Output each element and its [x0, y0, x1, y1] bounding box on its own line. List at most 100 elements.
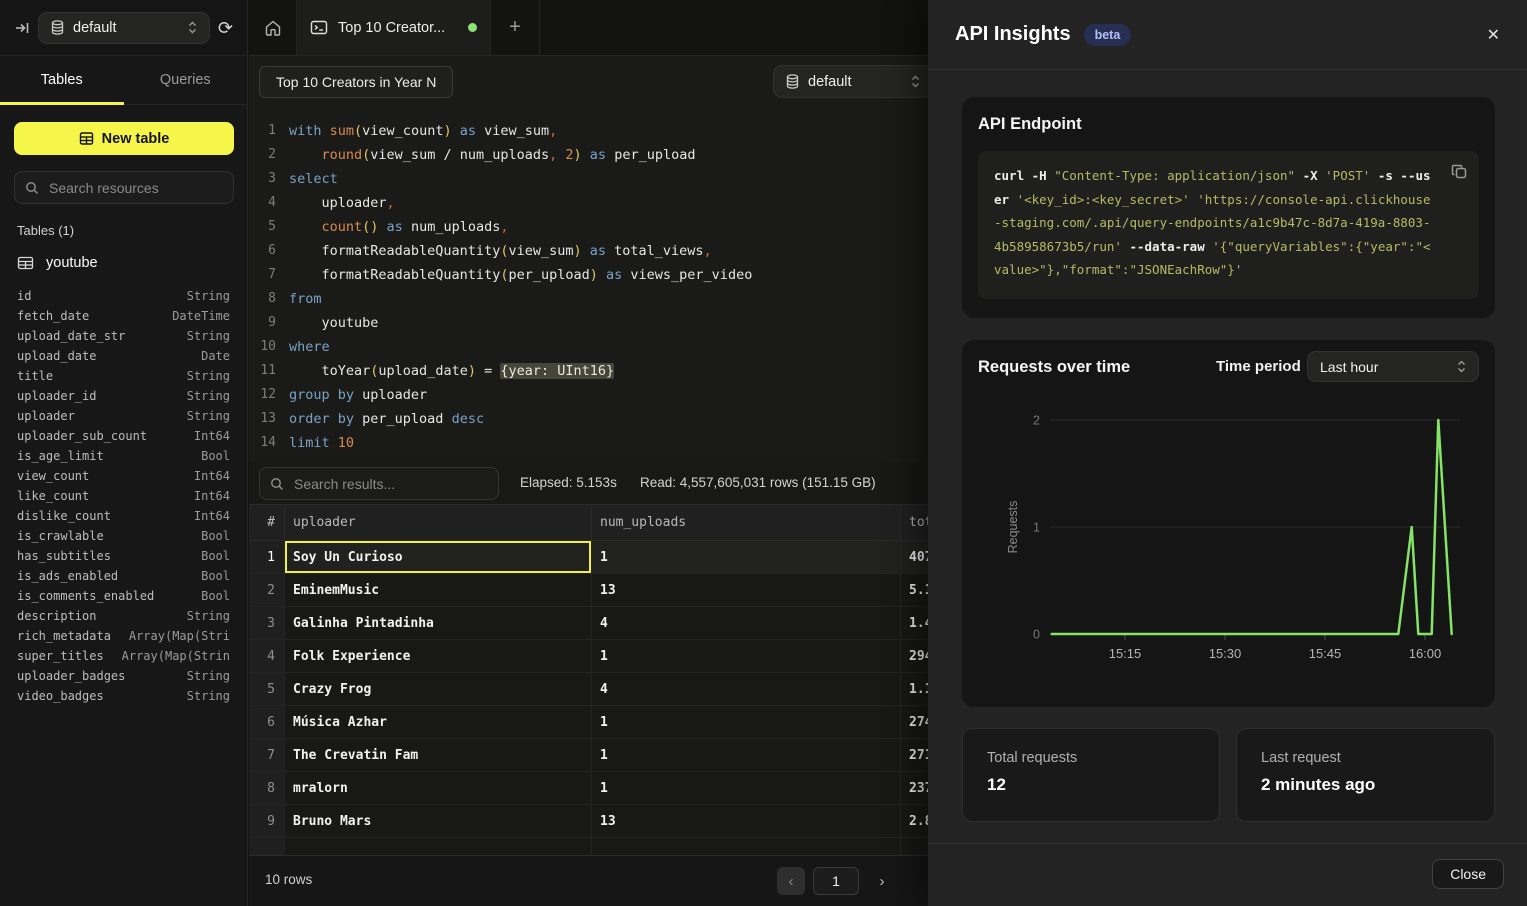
column-name: is_age_limit — [17, 449, 104, 463]
total-requests-value: 12 — [987, 775, 1006, 795]
sql-token: per_upload — [614, 147, 695, 163]
sql-token: , — [549, 123, 557, 139]
sql-token: upload_date — [378, 363, 467, 379]
uploader-cell[interactable]: Folk Experience — [285, 640, 592, 672]
sql-token: as — [598, 267, 631, 283]
num-uploads-cell[interactable]: 1 — [592, 706, 901, 738]
num-uploads-cell[interactable]: 13 — [592, 805, 901, 837]
sql-token: uploader — [362, 387, 427, 403]
new-table-button[interactable]: New table — [14, 122, 234, 155]
num-uploads-cell[interactable]: 4 — [592, 607, 901, 639]
sql-token: 2 — [565, 147, 573, 163]
num-uploads-cell[interactable]: 1 — [592, 541, 901, 573]
collapse-sidebar-icon[interactable] — [14, 20, 30, 36]
query-title-button[interactable]: Top 10 Creators in Year N — [259, 66, 453, 98]
line-number: 10 — [249, 335, 276, 359]
tab-tables[interactable]: Tables — [0, 56, 124, 104]
y-axis-label: Requests — [1006, 501, 1020, 554]
close-button[interactable]: Close — [1432, 859, 1504, 889]
uploader-cell[interactable]: EminemMusic — [285, 574, 592, 606]
copy-icon[interactable] — [1451, 163, 1468, 180]
uploader-cell[interactable]: Bruno Mars — [285, 805, 592, 837]
curl-string: "Content-Type: application/json" — [1054, 168, 1295, 183]
line-number: 14 — [249, 431, 276, 455]
pagination-current-page[interactable]: 1 — [813, 867, 859, 895]
sql-token: total_views — [614, 243, 703, 259]
table-grid-icon — [17, 255, 34, 271]
close-icon[interactable]: ✕ — [1487, 25, 1500, 45]
uploader-cell[interactable]: mralorn — [285, 772, 592, 804]
requests-over-time-card: Requests over time Time period Last hour… — [962, 340, 1495, 707]
column-name: fetch_date — [17, 309, 89, 323]
column-name: super_titles — [17, 649, 104, 663]
query-tab[interactable]: Top 10 Creator... — [297, 0, 491, 55]
pagination-prev-button[interactable]: ‹ — [777, 867, 805, 895]
uploader-cell[interactable]: Soy Un Curioso — [285, 541, 592, 573]
total-requests-label: Total requests — [987, 750, 1077, 766]
num-uploads-cell[interactable]: 1 — [592, 772, 901, 804]
tab-queries[interactable]: Queries — [124, 56, 248, 104]
schema-column-row: upload_dateDate — [0, 346, 247, 366]
num-uploads-cell[interactable]: 1 — [592, 640, 901, 672]
uploader-cell[interactable]: Música Azhar — [285, 706, 592, 738]
database-select[interactable]: default — [38, 12, 210, 44]
database-icon — [51, 20, 64, 35]
uploader-cell[interactable]: Galinha Pintadinha — [285, 607, 592, 639]
line-number: 6 — [249, 239, 276, 263]
home-button[interactable] — [249, 0, 297, 55]
num-uploads-cell[interactable] — [592, 838, 901, 855]
requests-chart: 01215:1515:3015:4516:00Requests — [962, 340, 1495, 707]
curl-command: curl -H "Content-Type: application/json"… — [978, 151, 1479, 299]
sidebar-table-youtube[interactable]: youtube — [0, 250, 247, 276]
sql-code-text: formatReadableQuantity(per_upload) as vi… — [276, 263, 752, 287]
sql-token: as — [582, 147, 615, 163]
sql-token: as — [452, 123, 485, 139]
sql-token: uploader — [289, 195, 387, 211]
sidebar-topbar: default ⟳ — [0, 0, 247, 56]
row-count-label: 10 rows — [265, 872, 312, 887]
elapsed-time: Elapsed: 5.153s — [520, 475, 617, 490]
total-requests-card: Total requests 12 — [962, 728, 1220, 822]
unsaved-changes-dot — [468, 23, 477, 32]
search-resources-input[interactable] — [47, 179, 223, 197]
line-number: 2 — [249, 143, 276, 167]
column-header-index[interactable]: # — [249, 505, 285, 540]
curl-string: 'POST' — [1325, 168, 1370, 183]
column-type: Date — [201, 349, 230, 363]
query-tab-icon — [310, 19, 328, 36]
new-tab-button[interactable]: + — [491, 0, 540, 55]
sql-token: select — [289, 171, 338, 187]
num-uploads-cell[interactable]: 1 — [592, 739, 901, 771]
curl-flag: -X — [1295, 168, 1325, 183]
row-index-cell — [249, 838, 285, 855]
schema-column-row: upload_date_strString — [0, 326, 247, 346]
search-results-input[interactable] — [292, 475, 488, 493]
sql-token: view_sum — [484, 123, 549, 139]
editor-database-select[interactable]: default — [773, 65, 933, 98]
uploader-cell[interactable]: The Crevatin Fam — [285, 739, 592, 771]
sql-code-text: toYear(upload_date) = {year: UInt16} — [276, 359, 614, 383]
num-uploads-cell[interactable]: 13 — [592, 574, 901, 606]
sql-code-text: youtube — [276, 311, 378, 335]
column-name: uploader — [17, 409, 75, 423]
chevron-updown-icon — [188, 21, 197, 34]
column-header-num-uploads[interactable]: num_uploads — [592, 505, 901, 540]
time-period-select[interactable]: Last hour — [1307, 351, 1479, 382]
uploader-cell[interactable]: Crazy Frog — [285, 673, 592, 705]
x-tick-label: 15:15 — [1109, 646, 1142, 661]
database-icon — [786, 74, 799, 89]
schema-column-row: is_comments_enabledBool — [0, 586, 247, 606]
sql-token: ) — [468, 363, 476, 379]
sql-token: per_upload — [362, 411, 451, 427]
sql-token: view_sum — [508, 243, 573, 259]
sql-token: formatReadableQuantity — [289, 267, 500, 283]
row-index-cell: 1 — [249, 541, 285, 573]
line-number: 4 — [249, 191, 276, 215]
column-header-uploader[interactable]: uploader — [285, 505, 592, 540]
refresh-icon[interactable]: ⟳ — [218, 19, 233, 37]
sql-token: as — [582, 243, 615, 259]
uploader-cell[interactable] — [285, 838, 592, 855]
pagination-next-button[interactable]: › — [870, 867, 894, 895]
num-uploads-cell[interactable]: 4 — [592, 673, 901, 705]
sql-token: = — [476, 363, 500, 379]
